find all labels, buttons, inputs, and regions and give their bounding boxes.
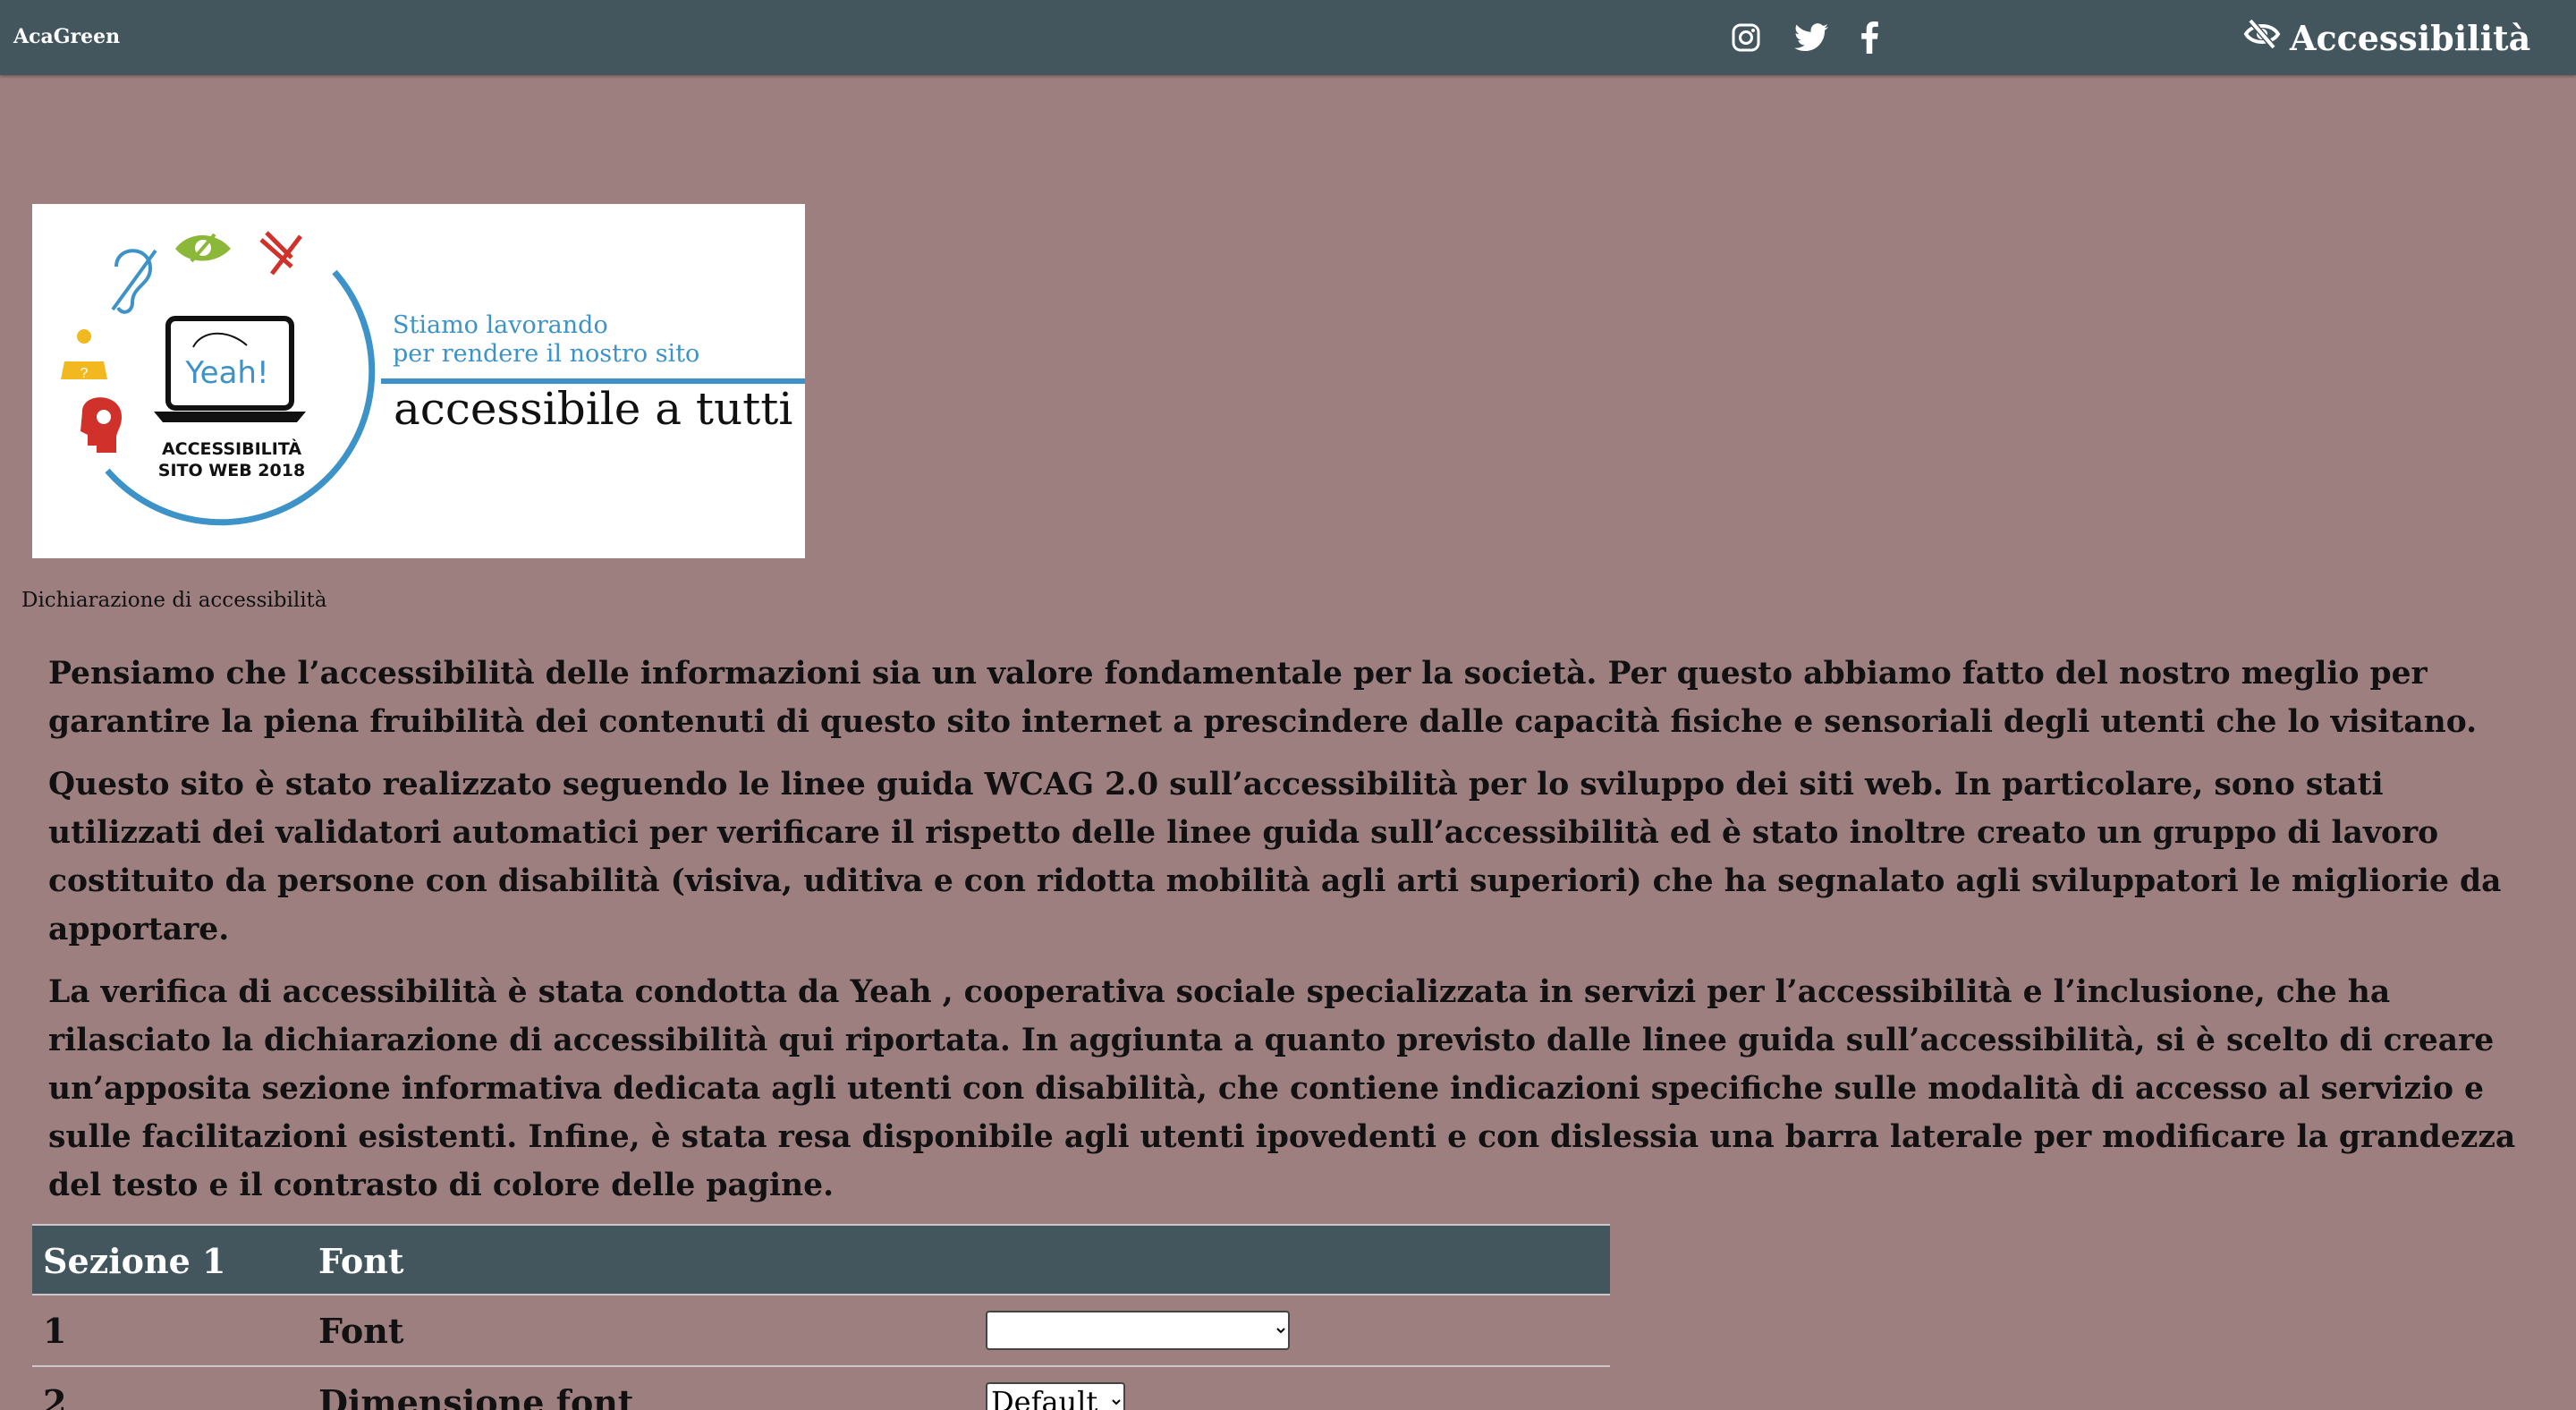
banner-headline-2: per rendere il nostro sito	[393, 340, 699, 368]
accessibility-statement: Pensiamo che l’accessibilità delle infor…	[48, 650, 2535, 1224]
font-size-select[interactable]: Default	[986, 1382, 1125, 1410]
twitter-icon[interactable]	[1792, 18, 1831, 57]
head-icon	[80, 397, 122, 453]
svg-text:Yeah!: Yeah!	[184, 355, 268, 391]
row-label: Dimensione font	[318, 1381, 634, 1410]
table-row: 2 Dimensione font Default	[32, 1367, 1610, 1410]
badge-line-1: ACCESSIBILITÀ	[162, 438, 301, 459]
row-label: Font	[318, 1310, 404, 1351]
table-header: Sezione 1 Font	[32, 1224, 1610, 1295]
banner-tagline: accessibile a tutti	[394, 383, 792, 435]
settings-table: Sezione 1 Font 1 Font 2 Dimensione font …	[32, 1224, 1610, 1410]
person-question-icon: ?	[61, 329, 107, 381]
banner-headline-1: Stiamo lavorando	[393, 311, 608, 339]
accessibility-button[interactable]: Accessibilità	[2243, 15, 2530, 60]
laptop-icon: Yeah!	[154, 316, 306, 422]
eye-crossed-icon	[175, 233, 231, 263]
table-row: 1 Font	[32, 1295, 1610, 1367]
header-section: Sezione 1	[43, 1240, 226, 1281]
top-navbar: AcaGreen Accessibilità	[0, 0, 2576, 75]
row-number: 2	[43, 1381, 67, 1410]
paragraph-2: Questo sito è stato realizzato seguendo …	[48, 767, 2502, 947]
brand-logo[interactable]: AcaGreen	[13, 25, 120, 48]
accessibility-label: Accessibilità	[2290, 17, 2531, 58]
row-number: 1	[43, 1310, 67, 1351]
svg-text:?: ?	[80, 366, 89, 381]
instagram-icon[interactable]	[1726, 18, 1766, 57]
image-caption: Dichiarazione di accessibilità	[21, 589, 327, 612]
badge-line-2: SITO WEB 2018	[158, 461, 305, 480]
accessibility-banner-image: ? Yeah! ACCESSIBILITÀ SITO WEB 2018 Stia…	[32, 204, 805, 558]
header-title: Font	[318, 1240, 404, 1281]
hand-crossed-icon	[259, 231, 302, 276]
ear-icon	[111, 249, 157, 314]
eye-slash-icon	[2243, 18, 2281, 58]
facebook-icon[interactable]	[1850, 18, 1889, 57]
paragraph-3: La verifica di accessibilità è stata con…	[48, 974, 2516, 1203]
font-select[interactable]	[986, 1311, 1290, 1350]
paragraph-1: Pensiamo che l’accessibilità delle infor…	[48, 656, 2478, 740]
